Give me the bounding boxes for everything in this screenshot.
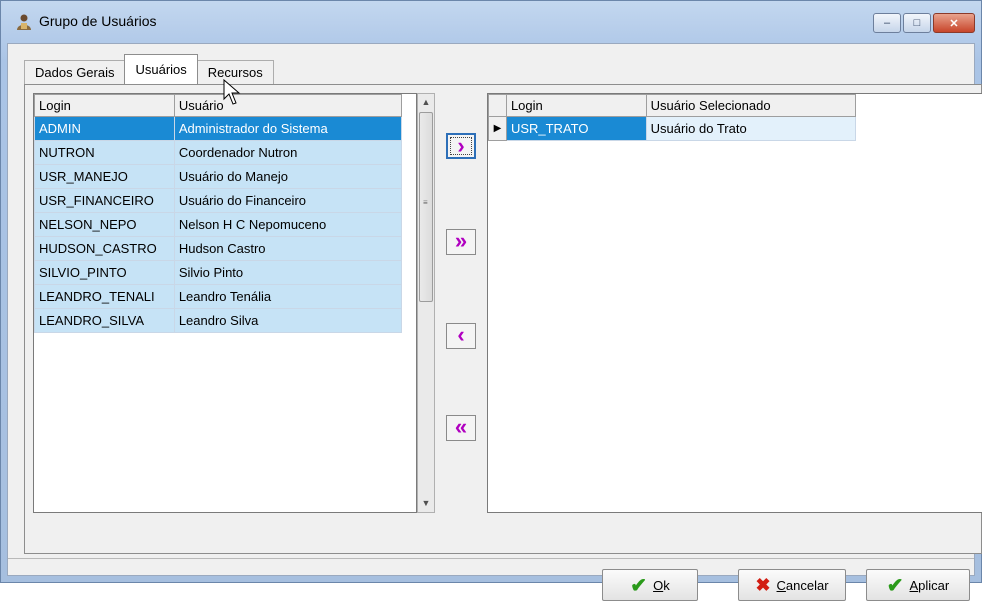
column-header-login[interactable]: Login bbox=[34, 94, 175, 117]
apply-button[interactable]: ✔ Aplicar bbox=[866, 569, 970, 601]
cell-usuario[interactable]: Usuário do Manejo bbox=[173, 164, 403, 189]
table-row[interactable]: LEANDRO_TENALI Leandro Tenália bbox=[34, 284, 403, 309]
scroll-down-icon[interactable]: ▼ bbox=[418, 495, 434, 512]
move-all-right-button[interactable]: » bbox=[446, 229, 476, 255]
cell-login[interactable]: USR_TRATO bbox=[505, 116, 647, 141]
usuarios-tab-panel: Login Usuário ADMIN Administrador do Sis… bbox=[24, 84, 982, 554]
table-row[interactable]: HUDSON_CASTRO Hudson Castro bbox=[34, 236, 403, 261]
move-all-left-icon: « bbox=[454, 414, 468, 439]
cell-usuario[interactable]: Hudson Castro bbox=[173, 236, 403, 261]
move-all-left-button[interactable]: « bbox=[446, 415, 476, 441]
table-row[interactable]: NELSON_NEPO Nelson H C Nepomuceno bbox=[34, 212, 403, 237]
transfer-buttons-column: › » ‹ « bbox=[439, 93, 483, 513]
table-row[interactable]: USR_FINANCEIRO Usuário do Financeiro bbox=[34, 188, 403, 213]
cell-login[interactable]: USR_MANEJO bbox=[34, 164, 175, 189]
table-row[interactable]: USR_MANEJO Usuário do Manejo bbox=[34, 164, 403, 189]
move-all-right-icon: » bbox=[454, 228, 468, 253]
apply-label: Aplicar bbox=[909, 577, 950, 593]
cell-login[interactable]: USR_FINANCEIRO bbox=[34, 188, 175, 213]
ok-button[interactable]: ✔ Ok bbox=[602, 569, 698, 601]
move-right-icon: › bbox=[457, 133, 465, 158]
scroll-up-icon[interactable]: ▲ bbox=[418, 94, 434, 111]
table-row[interactable]: ADMIN Administrador do Sistema bbox=[34, 116, 403, 141]
cancel-button[interactable]: ✖ Cancelar bbox=[738, 569, 846, 601]
column-header-login[interactable]: Login bbox=[505, 94, 647, 117]
cell-usuario[interactable]: Coordenador Nutron bbox=[173, 140, 403, 165]
current-row-indicator-icon: ▶ bbox=[488, 116, 507, 141]
move-left-icon: ‹ bbox=[457, 322, 465, 347]
user-group-icon bbox=[17, 14, 31, 30]
cell-usuario[interactable]: Leandro Silva bbox=[173, 308, 403, 333]
table-row[interactable]: LEANDRO_SILVA Leandro Silva bbox=[34, 308, 403, 333]
title-bar[interactable]: Grupo de Usuários – □ ✕ bbox=[1, 1, 981, 43]
cell-login[interactable]: ADMIN bbox=[34, 116, 175, 141]
ok-label: Ok bbox=[653, 577, 670, 593]
cell-usuario[interactable]: Administrador do Sistema bbox=[173, 116, 403, 141]
row-indicator-header bbox=[488, 94, 507, 117]
column-header-usuario-selecionado[interactable]: Usuário Selecionado bbox=[645, 94, 857, 117]
cell-login[interactable]: HUDSON_CASTRO bbox=[34, 236, 175, 261]
tab-usuarios[interactable]: Usuários bbox=[124, 54, 198, 84]
dialog-window: Grupo de Usuários – □ ✕ Dados Gerais Usu… bbox=[0, 0, 982, 601]
table-row[interactable]: NUTRON Coordenador Nutron bbox=[34, 140, 403, 165]
cell-login[interactable]: LEANDRO_SILVA bbox=[34, 308, 175, 333]
cell-usuario-selecionado[interactable]: Usuário do Trato bbox=[645, 116, 857, 141]
dialog-client-area: Dados Gerais Usuários Recursos Login Usu… bbox=[7, 43, 982, 601]
available-users-grid[interactable]: Login Usuário ADMIN Administrador do Sis… bbox=[33, 93, 417, 513]
close-button[interactable]: ✕ bbox=[933, 13, 975, 33]
table-row[interactable]: SILVIO_PINTO Silvio Pinto bbox=[34, 260, 403, 285]
selected-users-grid[interactable]: Login Usuário Selecionado ▶ USR_TRATO Us… bbox=[487, 93, 982, 513]
dialog-footer: ✔ Ok ✖ Cancelar ✔ Aplicar bbox=[8, 558, 974, 601]
cell-usuario[interactable]: Nelson H C Nepomuceno bbox=[173, 212, 403, 237]
cell-usuario[interactable]: Silvio Pinto bbox=[173, 260, 403, 285]
mouse-cursor-icon bbox=[223, 79, 241, 105]
cell-login[interactable]: NELSON_NEPO bbox=[34, 212, 175, 237]
cancel-label: Cancelar bbox=[776, 577, 829, 593]
maximize-button[interactable]: □ bbox=[903, 13, 931, 33]
move-right-button[interactable]: › bbox=[446, 133, 476, 159]
cancel-x-icon: ✖ bbox=[755, 574, 771, 595]
column-header-usuario[interactable]: Usuário bbox=[173, 94, 403, 117]
tab-dados-gerais[interactable]: Dados Gerais bbox=[24, 60, 126, 84]
cell-login[interactable]: NUTRON bbox=[34, 140, 175, 165]
window-title: Grupo de Usuários bbox=[39, 13, 157, 29]
table-row[interactable]: ▶ USR_TRATO Usuário do Trato bbox=[488, 116, 857, 141]
cell-usuario[interactable]: Leandro Tenália bbox=[173, 284, 403, 309]
left-grid-scrollbar[interactable]: ▲ ≡ ▼ bbox=[417, 93, 435, 513]
check-icon: ✔ bbox=[630, 574, 648, 597]
minimize-button[interactable]: – bbox=[873, 13, 901, 33]
move-left-button[interactable]: ‹ bbox=[446, 323, 476, 349]
scroll-thumb[interactable]: ≡ bbox=[419, 112, 433, 302]
cell-usuario[interactable]: Usuário do Financeiro bbox=[173, 188, 403, 213]
cell-login[interactable]: SILVIO_PINTO bbox=[34, 260, 175, 285]
check-icon: ✔ bbox=[886, 574, 904, 597]
cell-login[interactable]: LEANDRO_TENALI bbox=[34, 284, 175, 309]
grip-icon: ≡ bbox=[423, 198, 428, 207]
